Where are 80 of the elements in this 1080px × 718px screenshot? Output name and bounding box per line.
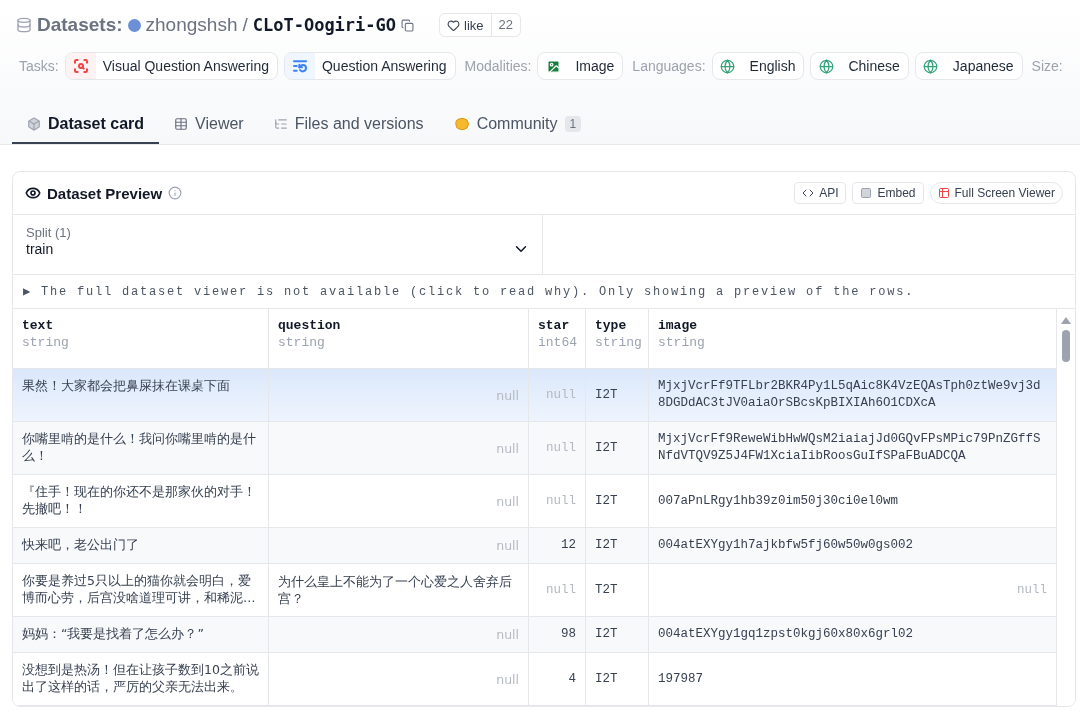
tag-chip[interactable]: Visual Question Answering	[64, 52, 278, 80]
tab[interactable]: Dataset card	[12, 106, 160, 144]
tab[interactable]: Community 1	[438, 106, 597, 144]
card-title: Dataset Preview	[47, 184, 163, 202]
table-cell: I2T	[586, 422, 649, 474]
table-cell: null	[529, 369, 586, 421]
tag-chip[interactable]: Chinese	[810, 52, 909, 80]
section-label: Datasets:	[37, 14, 123, 36]
table-cell: null	[269, 475, 529, 527]
table-cell: 快来吧，老公出门了	[13, 528, 269, 563]
table-cell: 果然！大家都会把鼻屎抹在课桌下面	[13, 369, 269, 421]
path-separator: /	[242, 14, 248, 36]
table-cell: I2T	[586, 653, 649, 705]
table-cell: null	[529, 475, 586, 527]
table-cell: I2T	[586, 369, 649, 421]
scrollbar-thumb[interactable]	[1062, 330, 1070, 362]
column-header: star int64	[529, 309, 586, 368]
table-row[interactable]: 你要是养过5只以上的猫你就会明白，爱博而心劳，后宫没啥道理可讲，和稀泥… 为什么皇上不能为了一个心爱之人舍弃后宫？ null T2T null	[13, 564, 1057, 617]
tag-chip[interactable]: English	[711, 52, 805, 80]
table-cell: 『住手！现在的你还不是那家伙的对手！先撤吧！！	[13, 475, 269, 527]
file-list-icon	[273, 117, 288, 131]
table-icon	[174, 117, 189, 131]
tag-group-label: Languages:	[632, 58, 706, 74]
table-cell: I2T	[586, 617, 649, 652]
table-cell: null	[269, 653, 529, 705]
tag-group-label: Tasks:	[19, 58, 59, 74]
table-cell: 妈妈：“我要是找着了怎么办？”	[13, 617, 269, 652]
cube-icon	[27, 117, 41, 131]
tag-chip[interactable]: Question Answering	[284, 52, 456, 80]
embed-icon	[860, 187, 873, 199]
table-row[interactable]: 果然！大家都会把鼻屎抹在课桌下面 null null I2T MjxjVcrFf9TFLbr2BKR4Py1L5qAic8K4VzEQAsTph0ztWe9vj3d8DGDdAC3tJV0aiaOrSBcsKpBIXIAh6O1CDXcA	[13, 369, 1057, 422]
copy-icon[interactable]	[401, 18, 415, 32]
database-icon	[16, 17, 32, 33]
table-cell: 你嘴里啃的是什么！我问你嘴里啃的是什么！	[13, 422, 269, 474]
column-header: type string	[586, 309, 649, 368]
info-icon[interactable]	[168, 186, 183, 200]
table-cell: null	[269, 528, 529, 563]
like-count: 22	[490, 14, 520, 36]
table-cell: 4	[529, 653, 586, 705]
eye-icon	[25, 185, 41, 201]
tag-chip[interactable]: Image	[537, 52, 624, 80]
table-row[interactable]: 你嘴里啃的是什么！我问你嘴里啃的是什么！ null null I2T MjxjVcrFf9ReweWibHwWQsM2iaiajJd0GQvFPsMPic79PnZGffSNfdVTQV9Z5J4FW1XciaIibRoosGuIfSPaFBuADCQA	[13, 422, 1057, 475]
avatar	[127, 18, 141, 32]
table-cell: null	[529, 564, 586, 616]
table-cell: T2T	[586, 564, 649, 616]
tag-chip[interactable]: Japanese	[914, 52, 1023, 80]
grid-icon	[937, 187, 950, 199]
table-cell: 12	[529, 528, 586, 563]
count-badge: 1	[564, 116, 582, 132]
table-cell: null	[269, 422, 529, 474]
table-cell: 为什么皇上不能为了一个心爱之人舍弃后宫？	[269, 564, 529, 616]
table-cell: null	[269, 369, 529, 421]
column-header: text string	[13, 309, 269, 368]
table-cell: null	[529, 422, 586, 474]
owner-link[interactable]: zhongshsh	[145, 14, 238, 36]
tab[interactable]: Files and versions	[258, 106, 439, 144]
header-button[interactable]: Full Screen Viewer	[929, 182, 1063, 204]
table-row[interactable]: 没想到是热汤！但在让孩子数到10之前说出了这样的话，严厉的父亲无法出来。 null 4 I2T 197987	[13, 653, 1057, 706]
split-select[interactable]: Split (1) train	[13, 215, 543, 274]
like-button[interactable]: like 22	[439, 13, 521, 37]
tag-group-label: Size:	[1031, 58, 1063, 74]
like-label: like	[464, 17, 484, 33]
tab[interactable]: Viewer	[159, 106, 259, 144]
table-cell: 没想到是热汤！但在让孩子数到10之前说出了这样的话，严厉的父亲无法出来。	[13, 653, 269, 705]
header-button[interactable]: API	[794, 182, 847, 204]
table-cell: 你要是养过5只以上的猫你就会明白，爱博而心劳，后宫没啥道理可讲，和稀泥…	[13, 564, 269, 616]
table-cell: I2T	[586, 528, 649, 563]
tag-group-label: Modalities:	[464, 58, 532, 74]
header-button[interactable]: Embed	[852, 182, 924, 204]
column-header: question string	[269, 309, 529, 368]
table-row[interactable]: 快来吧，老公出门了 null 12 I2T 004atEXYgy1h7ajkbfw5fj60w50w0gs002	[13, 528, 1057, 564]
table-cell: 98	[529, 617, 586, 652]
code-icon	[802, 187, 815, 199]
table-cell: null	[269, 617, 529, 652]
table-row[interactable]: 『住手！现在的你还不是那家伙的对手！先撤吧！！ null null I2T 007aPnLRgy1hb39z0im50j30ci0el0wm	[13, 475, 1057, 528]
heart-icon	[447, 18, 461, 32]
table-row[interactable]: 妈妈：“我要是找着了怎么办？” null 98 I2T 004atEXYgy1gq1zpst0kgj60x80x6grl02	[13, 617, 1057, 653]
scroll-up-icon[interactable]	[1061, 317, 1071, 324]
table-cell: I2T	[586, 475, 649, 527]
dataset-name[interactable]: CLoT-Oogiri-GO	[252, 15, 397, 35]
